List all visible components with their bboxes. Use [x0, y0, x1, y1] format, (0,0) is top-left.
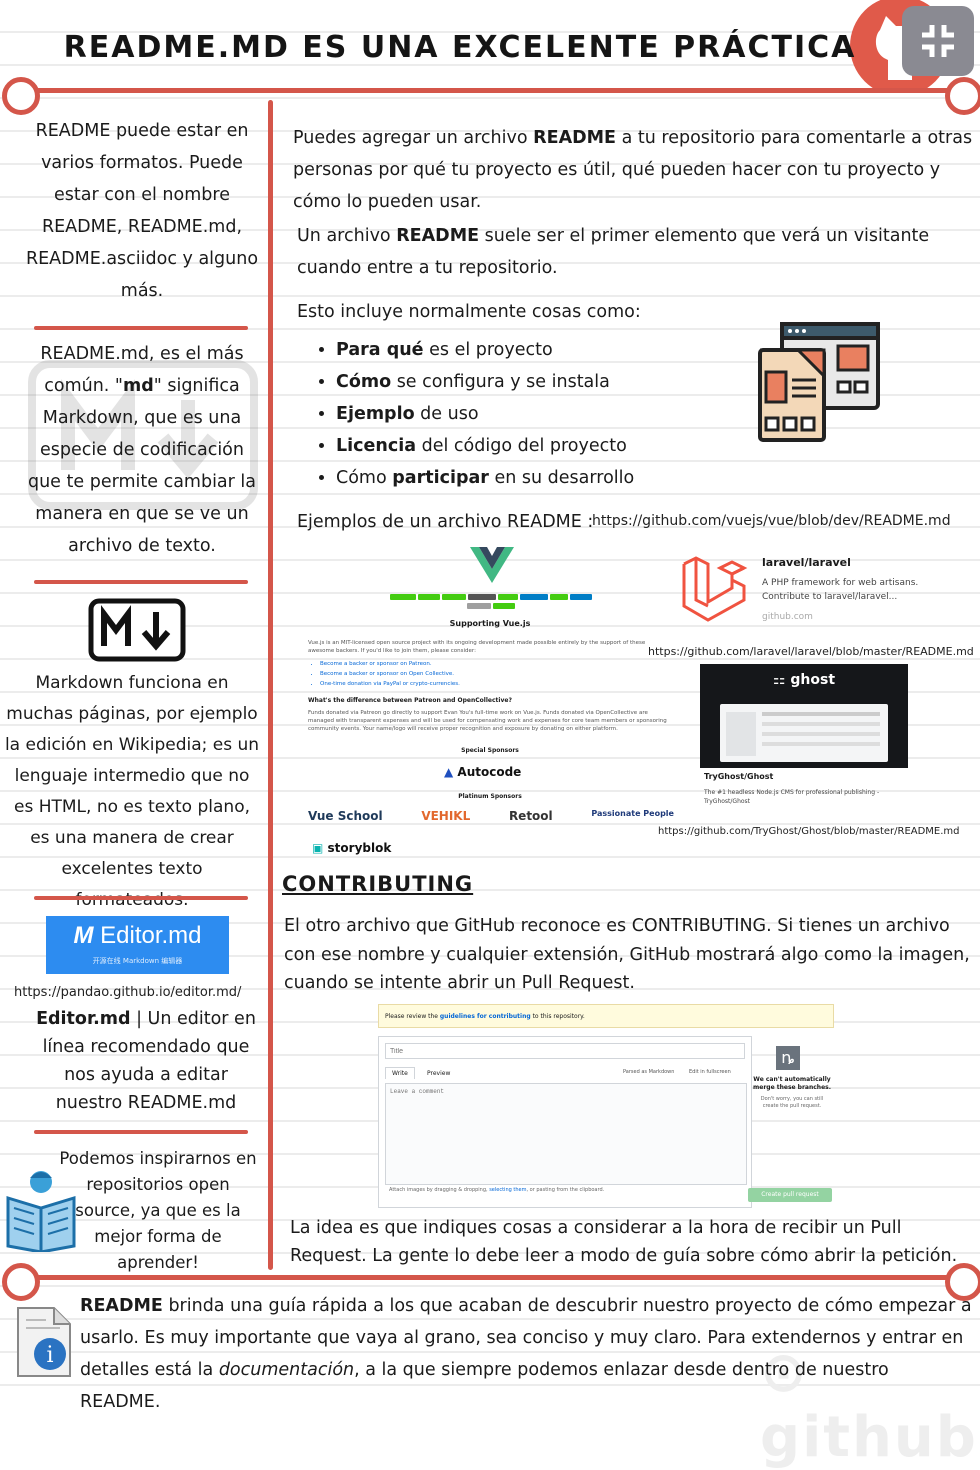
vue-sponsor-link[interactable]: One-time donation via PayPal or crypto-c… — [320, 679, 460, 689]
sponsor-logo[interactable]: VEHIKL — [421, 809, 470, 823]
sponsor-logo[interactable]: Retool — [509, 809, 553, 823]
sponsor-logo[interactable]: Vue School — [308, 809, 383, 823]
footer-summary: README brinda una guía rápida a los que … — [80, 1296, 972, 1412]
svg-text:i: i — [46, 1343, 53, 1368]
ghost-logo: ⚏ ghost — [772, 672, 836, 688]
markdown-icon — [88, 598, 186, 662]
merge-conflict-title: We can't automatically merge these branc… — [753, 1076, 831, 1091]
pr-attach-hint: Attach images by dragging & dropping, se… — [389, 1187, 605, 1193]
merge-conflict-icon: ȵ — [776, 1046, 800, 1070]
editor-md-url[interactable]: https://pandao.github.io/editor.md/ — [14, 985, 264, 1000]
inspire-text: Podemos inspirarnos en repositorios open… — [59, 1149, 257, 1272]
left-separator-4 — [34, 1130, 248, 1134]
column-divider — [268, 100, 273, 1270]
laravel-repo-name: laravel/laravel — [762, 556, 851, 569]
includes-item: Cómo participar en su desarrollo — [336, 462, 754, 494]
vue-readme-screenshot: Supporting Vue.js Vue.js is an MIT-licen… — [306, 545, 674, 863]
includes-item: Licencia del código del proyecto — [336, 430, 754, 462]
vue-special-sponsors: Special Sponsors — [461, 747, 519, 754]
autocode-logo: ▲ Autocode — [444, 765, 522, 779]
laravel-repo-desc: A PHP framework for web artisans. Contri… — [762, 578, 919, 602]
vue-readme-url[interactable]: https://github.com/vuejs/vue/blob/dev/RE… — [592, 513, 980, 529]
merge-conflict-desc: Don't worry, you can still create the pu… — [760, 1096, 824, 1109]
pr-title-input[interactable] — [385, 1043, 745, 1059]
page-title: README.MD ES UNA EXCELENTE PRÁCTICA — [63, 30, 857, 65]
sponsor-logo[interactable]: Passionate People — [591, 809, 674, 823]
left-separator-2 — [34, 580, 248, 584]
vue-card-answer: Funds donated via Patreon go directly to… — [308, 710, 667, 732]
vue-badges — [376, 591, 606, 609]
pr-editor-box: Write Preview Parsed as Markdown Edit in… — [378, 1036, 752, 1208]
ghost-screenshot: ⚏ ghost — [700, 664, 908, 768]
readme-md-text: README.md, es el más común. "md" signifi… — [27, 344, 256, 556]
editor-md-text: Editor.md | Un editor en línea recomenda… — [36, 1009, 256, 1113]
markdown-description: Markdown funciona en muchas páginas, por… — [4, 673, 260, 910]
footer-rule-left-ring — [2, 1263, 40, 1301]
vue-card-heading: Supporting Vue.js — [449, 619, 531, 628]
vue-platinum-sponsors: Platinum Sponsors — [458, 793, 522, 800]
vue-card-question: What's the difference between Patreon an… — [308, 697, 512, 704]
includes-item: Ejemplo de uso — [336, 398, 754, 430]
includes-list: Para qué es el proyectoCómo se configura… — [314, 334, 754, 494]
storyblok-logo: ▣ storyblok — [312, 841, 392, 855]
header-rule — [30, 88, 950, 93]
vue-card-intro: Vue.js is an MIT-licensed open source pr… — [308, 640, 646, 654]
left-separator-3 — [34, 896, 248, 900]
pr-tab-write[interactable]: Write — [385, 1067, 415, 1079]
vue-sponsor-link[interactable]: Become a backer or sponsor on Patreon. — [320, 659, 460, 669]
visitor-paragraph: Un archivo README suele ser el primer el… — [297, 226, 930, 278]
vue-card-links: Become a backer or sponsor on Patreon.Be… — [306, 659, 460, 689]
header-rule-right-ring — [945, 77, 980, 115]
examples-label: Ejemplos de un archivo README : — [297, 512, 594, 532]
laravel-card: laravel/laravel A PHP framework for web … — [676, 552, 976, 632]
ghost-card: ⚏ ghost TryGhost/Ghost The #1 headless N… — [700, 664, 910, 814]
readme-formats-text: README puede estar en varios formatos. P… — [25, 121, 259, 301]
vue-sponsor-link[interactable]: Become a backer or sponsor on Open Colle… — [320, 669, 460, 679]
includes-label: Esto incluye normalmente cosas como: — [297, 302, 641, 322]
info-document-icon: i — [14, 1306, 76, 1378]
pull-request-form: Please review the guidelines for contrib… — [378, 1002, 838, 1208]
pr-toolbar-parsed: Parsed as Markdown — [623, 1069, 675, 1075]
header-rule-left-ring — [2, 77, 40, 115]
pr-comment-textarea[interactable] — [385, 1083, 747, 1185]
ghost-readme-url[interactable]: https://github.com/TryGhost/Ghost/blob/m… — [658, 826, 980, 837]
create-pull-request-button[interactable]: Create pull request — [748, 1188, 832, 1202]
laravel-logo — [682, 556, 748, 622]
laravel-readme-url[interactable]: https://github.com/laravel/laravel/blob/… — [648, 645, 978, 658]
contributing-heading: CONTRIBUTING — [282, 872, 474, 896]
pr-toolbar-fullscreen[interactable]: Edit in fullscreen — [689, 1069, 731, 1075]
contributing-notice: Please review the guidelines for contrib… — [378, 1004, 834, 1028]
pull-request-idea-text: La idea es que indiques cosas a consider… — [290, 1218, 958, 1266]
footer-rule — [30, 1275, 950, 1280]
laravel-site: github.com — [762, 612, 813, 622]
contributing-text: El otro archivo que GitHub reconoce es C… — [284, 916, 970, 993]
includes-item: Para qué es el proyecto — [336, 334, 754, 366]
editor-md-logo[interactable]: M Editor.md 开源在线 Markdown 编辑器 — [46, 916, 229, 974]
intro-paragraph: Puedes agregar un archivo README a tu re… — [293, 128, 973, 212]
ghost-repo-desc: The #1 headless Node.js CMS for professi… — [704, 789, 880, 805]
vue-sponsor-logos: Vue School VEHIKL Retool Passionate People — [308, 809, 674, 823]
readme-layout-icon — [758, 322, 882, 444]
ghost-repo-name: TryGhost/Ghost — [704, 772, 774, 781]
pr-tab-preview[interactable]: Preview — [423, 1068, 454, 1079]
vue-logo — [470, 547, 514, 583]
left-separator-1 — [34, 326, 248, 330]
collapse-icon[interactable] — [902, 6, 974, 76]
includes-item: Cómo se configura y se instala — [336, 366, 754, 398]
